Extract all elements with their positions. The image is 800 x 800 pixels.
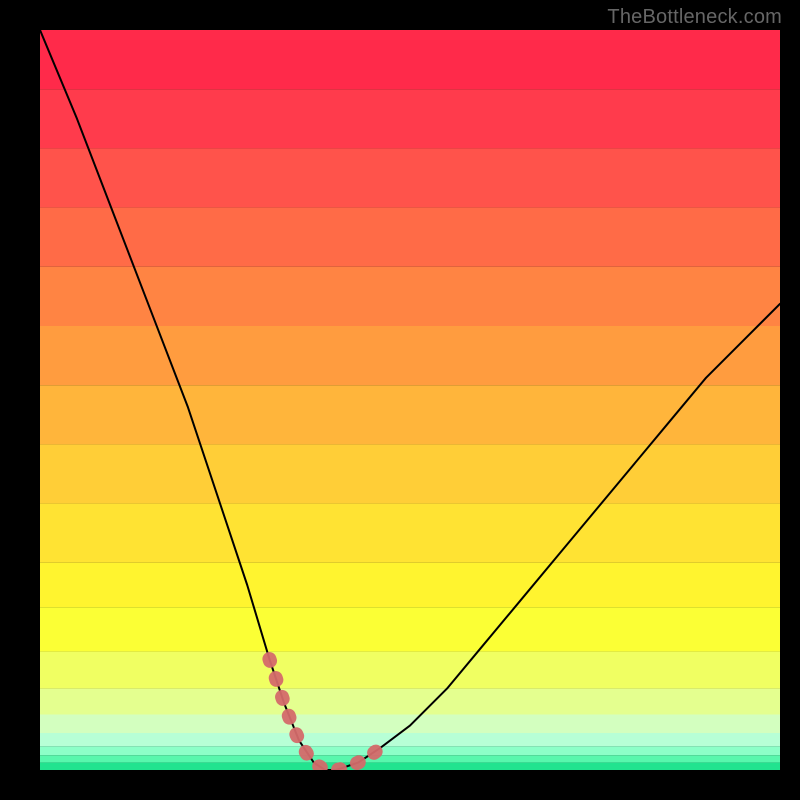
background-band [40, 763, 780, 770]
chart-frame: TheBottleneck.com [0, 0, 800, 800]
background-band [40, 208, 780, 267]
background-band [40, 755, 780, 762]
background-band [40, 504, 780, 563]
background-band [40, 607, 780, 651]
background-band [40, 89, 780, 148]
background-band [40, 733, 780, 746]
watermark-text: TheBottleneck.com [607, 6, 782, 29]
background-band [40, 563, 780, 607]
bottleneck-chart [40, 30, 780, 770]
background-band [40, 689, 780, 715]
background-band [40, 746, 780, 755]
background-band [40, 444, 780, 503]
background-band [40, 148, 780, 207]
background-band [40, 326, 780, 385]
plot-area [40, 30, 780, 770]
background-band [40, 652, 780, 689]
background-band [40, 267, 780, 326]
background-band [40, 715, 780, 734]
background-band [40, 385, 780, 444]
background-band [40, 30, 780, 89]
